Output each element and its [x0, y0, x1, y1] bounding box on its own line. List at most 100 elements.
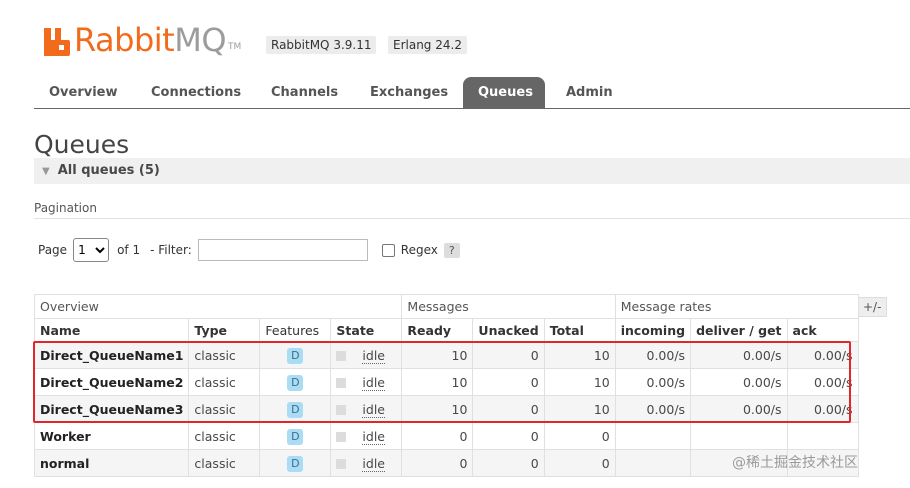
- page-label: Page: [38, 243, 68, 257]
- all-queues-label: All queues (5): [57, 163, 160, 178]
- col-state[interactable]: State: [330, 318, 403, 342]
- ready-count: 10: [401, 341, 474, 369]
- group-header-overview: Overview: [33, 294, 403, 319]
- durable-feature-badge: D: [287, 428, 304, 445]
- incoming-rate: 0.00/s: [614, 368, 692, 396]
- queue-name-link[interactable]: normal: [33, 449, 190, 477]
- total-count: 10: [543, 368, 616, 396]
- table-row[interactable]: Direct_QueueName1 classic D idle 10 0 10…: [33, 341, 859, 369]
- regex-label: Regex: [400, 243, 438, 257]
- ready-count: 10: [401, 368, 474, 396]
- ack-rate: 0.00/s: [786, 395, 859, 423]
- ack-rate: [786, 422, 859, 450]
- col-incoming[interactable]: incoming: [614, 318, 692, 342]
- pagination-divider: [34, 218, 910, 219]
- group-header-message-rates: Message rates: [614, 294, 859, 319]
- rabbitmq-logo: RabbitMQ TM: [44, 18, 241, 56]
- col-total[interactable]: Total: [543, 318, 616, 342]
- tab-admin[interactable]: Admin: [551, 77, 628, 108]
- total-count: 0: [543, 422, 616, 450]
- incoming-rate: 0.00/s: [614, 341, 692, 369]
- page-select[interactable]: 1: [73, 238, 110, 262]
- col-name[interactable]: Name: [33, 318, 190, 342]
- queue-type: classic: [188, 395, 261, 423]
- durable-feature-badge: D: [287, 455, 304, 472]
- filter-input[interactable]: [197, 239, 368, 261]
- queue-name-link[interactable]: Direct_QueueName1: [33, 341, 190, 369]
- watermark: @稀土掘金技术社区: [732, 455, 858, 471]
- total-count: 10: [543, 395, 616, 423]
- col-type[interactable]: Type: [188, 318, 261, 342]
- main-nav-tabs: Overview Connections Channels Exchanges …: [34, 77, 910, 109]
- ready-count: 0: [401, 422, 474, 450]
- column-options-button[interactable]: +/-: [857, 297, 888, 317]
- logo-wordmark: RabbitMQ: [74, 21, 226, 59]
- tab-channels[interactable]: Channels: [256, 77, 353, 108]
- queue-type: classic: [188, 422, 261, 450]
- table-row[interactable]: Direct_QueueName2 classic D idle 10 0 10…: [33, 368, 859, 396]
- deliver-get-rate: 0.00/s: [690, 368, 788, 396]
- unacked-count: 0: [472, 422, 545, 450]
- collapse-triangle-icon: ▼: [42, 166, 50, 177]
- col-unacked[interactable]: Unacked: [472, 318, 545, 342]
- incoming-rate: [614, 422, 692, 450]
- queues-table: Overview Messages Message rates Name Typ…: [33, 294, 859, 477]
- regex-checkbox[interactable]: [381, 243, 395, 257]
- incoming-rate: [614, 449, 692, 477]
- state-indicator-icon: [336, 351, 347, 361]
- page-title: Queues: [34, 130, 130, 159]
- of-pages-label: of 1: [117, 243, 141, 257]
- unacked-count: 0: [472, 395, 545, 423]
- col-ack[interactable]: ack: [786, 318, 859, 342]
- deliver-get-rate: [690, 422, 788, 450]
- tab-exchanges[interactable]: Exchanges: [355, 77, 463, 108]
- all-queues-toggle[interactable]: ▼ All queues (5): [34, 158, 910, 184]
- ack-rate: 0.00/s: [786, 341, 859, 369]
- queue-name-link[interactable]: Direct_QueueName3: [33, 395, 190, 423]
- unacked-count: 0: [472, 341, 545, 369]
- total-count: 0: [543, 449, 616, 477]
- queue-type: classic: [188, 341, 261, 369]
- table-row[interactable]: Worker classic D idle 0 0 0: [33, 422, 859, 450]
- tab-overview[interactable]: Overview: [34, 77, 133, 108]
- group-header-messages: Messages: [401, 294, 616, 319]
- col-ready[interactable]: Ready: [401, 318, 474, 342]
- unacked-count: 0: [472, 368, 545, 396]
- pagination-label: Pagination: [34, 201, 97, 215]
- rabbitmq-logo-icon: [44, 28, 70, 56]
- queue-type: classic: [188, 449, 261, 477]
- queue-state: idle: [362, 401, 385, 418]
- incoming-rate: 0.00/s: [614, 395, 692, 423]
- col-features: Features: [259, 318, 332, 342]
- queue-type: classic: [188, 368, 261, 396]
- queue-state: idle: [362, 428, 385, 445]
- deliver-get-rate: 0.00/s: [690, 341, 788, 369]
- queue-state: idle: [362, 347, 385, 364]
- deliver-get-rate: 0.00/s: [690, 395, 788, 423]
- ack-rate: 0.00/s: [786, 368, 859, 396]
- unacked-count: 0: [472, 449, 545, 477]
- durable-feature-badge: D: [287, 374, 304, 391]
- erlang-version-badge: Erlang 24.2: [388, 36, 467, 54]
- col-deliver-get[interactable]: deliver / get: [690, 318, 788, 342]
- queue-state: idle: [362, 374, 385, 391]
- state-indicator-icon: [336, 378, 347, 388]
- queue-name-link[interactable]: Worker: [33, 422, 190, 450]
- queue-name-link[interactable]: Direct_QueueName2: [33, 368, 190, 396]
- ready-count: 0: [401, 449, 474, 477]
- queue-state: idle: [362, 455, 385, 472]
- tab-connections[interactable]: Connections: [136, 77, 256, 108]
- table-row[interactable]: Direct_QueueName3 classic D idle 10 0 10…: [33, 395, 859, 423]
- state-indicator-icon: [336, 405, 347, 415]
- rabbitmq-version-badge: RabbitMQ 3.9.11: [266, 36, 377, 54]
- logo-trademark: TM: [228, 42, 242, 52]
- pager-controls: Page 1 of 1 - Filter: Regex ?: [38, 238, 460, 262]
- durable-feature-badge: D: [287, 347, 304, 364]
- regex-help-button[interactable]: ?: [443, 242, 460, 258]
- tab-queues[interactable]: Queues: [463, 77, 545, 108]
- filter-label: - Filter:: [150, 243, 192, 257]
- state-indicator-icon: [336, 459, 347, 469]
- total-count: 10: [543, 341, 616, 369]
- durable-feature-badge: D: [287, 401, 304, 418]
- state-indicator-icon: [336, 432, 347, 442]
